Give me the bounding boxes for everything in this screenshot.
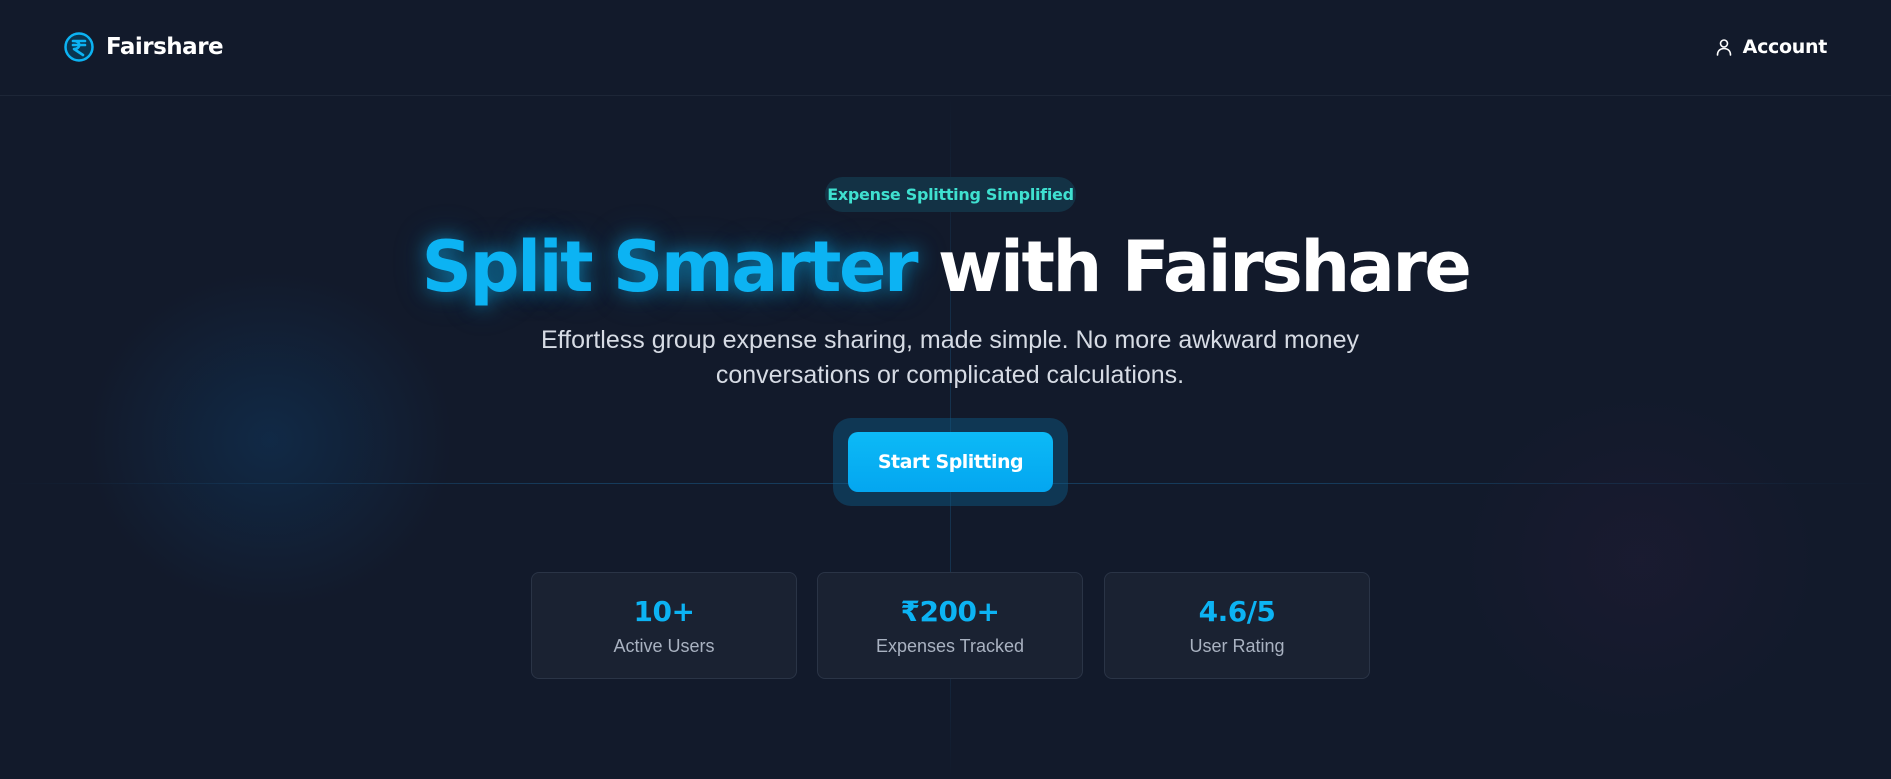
stat-card-expenses: ₹200+ Expenses Tracked — [817, 572, 1083, 679]
subtitle-line-1: Effortless group expense sharing, made s… — [541, 326, 1359, 354]
brand-logo-link[interactable]: Fairshare — [64, 31, 224, 63]
headline-accent: Split Smarter — [421, 226, 919, 308]
stat-label: Active Users — [613, 636, 715, 656]
stat-label: User Rating — [1189, 636, 1285, 656]
account-label: Account — [1742, 36, 1828, 58]
rupee-logo-icon — [64, 32, 94, 62]
stat-value: ₹200+ — [900, 595, 1000, 628]
cta-glow: Start Splitting — [833, 418, 1068, 506]
start-splitting-button[interactable]: Start Splitting — [848, 432, 1053, 492]
headline-rest: with Fairshare — [916, 226, 1472, 308]
hero-subtitle: Effortless group expense sharing, made s… — [520, 323, 1380, 393]
top-navigation-bar: Fairshare Account — [0, 0, 1891, 96]
subtitle-line-2: conversations or complicated calculation… — [715, 361, 1185, 389]
brand-name: Fairshare — [106, 34, 224, 60]
stat-value: 10+ — [633, 595, 695, 628]
stat-value: 4.6/5 — [1198, 595, 1276, 628]
hero-headline: Split Smarter with Fairshare — [0, 222, 1891, 312]
stat-card-rating: 4.6/5 User Rating — [1104, 572, 1370, 679]
landing-page: Fairshare Account Expense Splitting Simp… — [0, 0, 1891, 779]
account-link[interactable]: Account — [1715, 33, 1827, 61]
stat-card-users: 10+ Active Users — [531, 572, 797, 679]
stat-label: Expenses Tracked — [875, 636, 1025, 656]
user-icon — [1716, 39, 1731, 56]
tagline-badge: Expense Splitting Simplified — [825, 177, 1076, 212]
